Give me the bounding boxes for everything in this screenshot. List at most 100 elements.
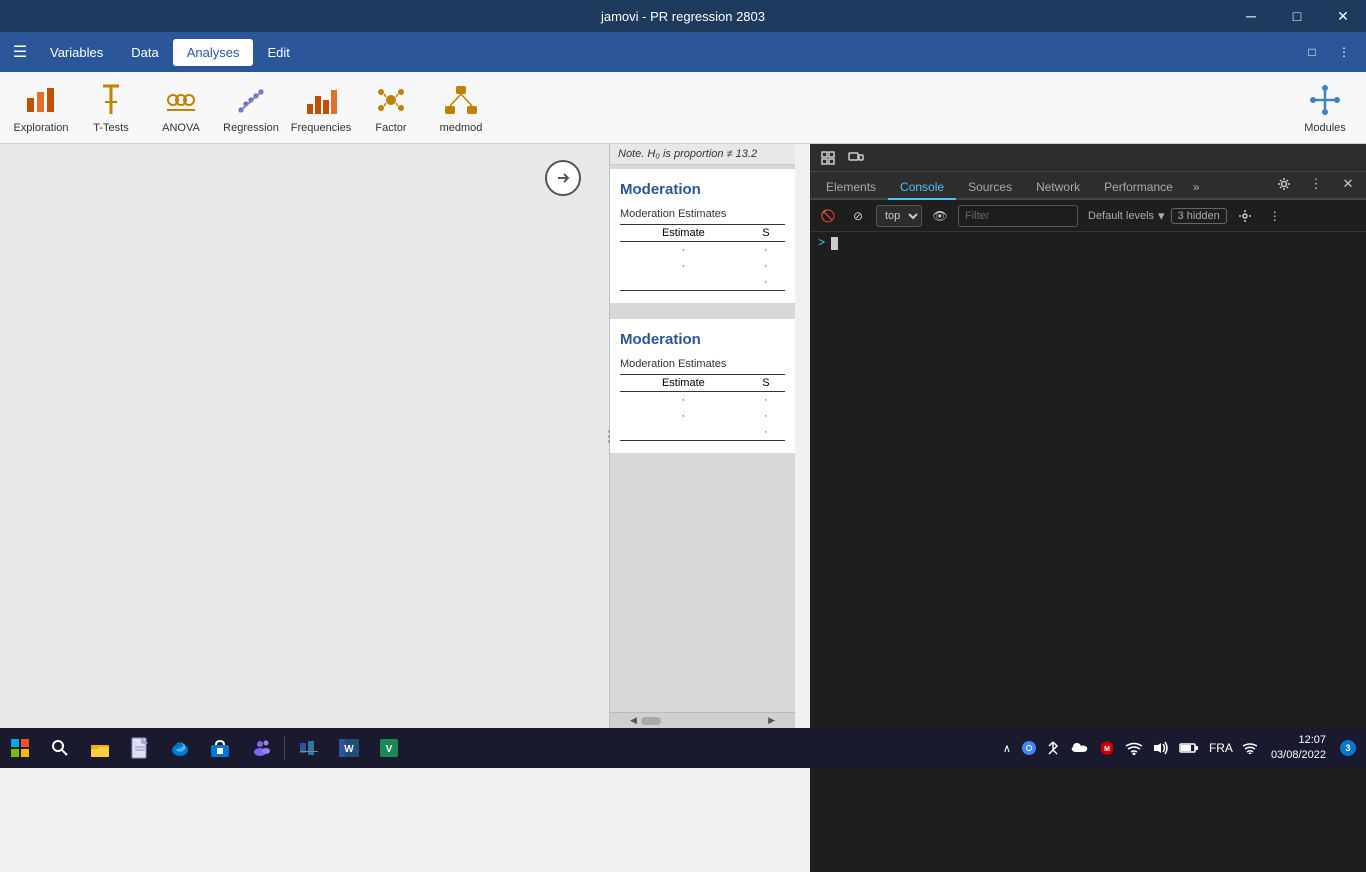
console-clear-icon[interactable]: 🚫 xyxy=(816,204,840,228)
clock-date: 03/08/2022 xyxy=(1271,748,1326,763)
more-options-icon[interactable]: ⋮ xyxy=(1330,38,1358,66)
result-table-2: Estimate S · · · · xyxy=(620,374,785,441)
devtools-tab-sources[interactable]: Sources xyxy=(956,176,1024,200)
toolbar-regression[interactable]: Regression xyxy=(218,76,284,140)
menu-bar-right: □ ⋮ xyxy=(1298,38,1362,66)
console-filter-input[interactable] xyxy=(958,205,1078,227)
console-more-icon[interactable]: ⋮ xyxy=(1263,204,1287,228)
frequencies-label: Frequencies xyxy=(291,122,352,134)
tray-bluetooth-icon[interactable] xyxy=(1043,728,1063,768)
devtools-tabs: Elements Console Sources Network Perform… xyxy=(810,172,1366,200)
menu-bar: ☰ Variables Data Analyses Edit □ ⋮ xyxy=(0,32,1366,72)
toolbar-modules[interactable]: Modules xyxy=(1292,76,1358,140)
cell-2-1: · xyxy=(620,258,747,274)
taskbar-divider xyxy=(284,736,285,760)
menu-variables[interactable]: Variables xyxy=(36,39,117,66)
tray-expand-button[interactable]: ∧ xyxy=(999,728,1015,768)
menu-analyses[interactable]: Analyses xyxy=(173,39,254,66)
svg-text:W: W xyxy=(344,744,354,755)
results-scroll-area[interactable]: Note. H₀ is proportion ≠ 13.2 Moderation… xyxy=(610,144,795,728)
devtools-tab-performance[interactable]: Performance xyxy=(1092,176,1185,200)
taskbar-item-word[interactable]: W xyxy=(329,728,369,768)
cell-b1-2: · xyxy=(747,392,785,409)
taskbar-item-teams[interactable] xyxy=(240,728,280,768)
ttests-icon xyxy=(93,82,129,118)
console-filter-icon[interactable]: ⊘ xyxy=(846,204,870,228)
clock-display[interactable]: 12:07 03/08/2022 xyxy=(1263,733,1334,764)
devtools-more-tabs[interactable]: » xyxy=(1185,176,1208,198)
taskbar-item-store[interactable] xyxy=(200,728,240,768)
tray-mcafee-icon[interactable]: M xyxy=(1095,728,1119,768)
cell-2-2: · xyxy=(747,258,785,274)
medmod-label: medmod xyxy=(440,122,483,134)
cell-3-2: · xyxy=(747,274,785,291)
console-prompt-symbol: > xyxy=(818,236,825,250)
tray-wifi2-icon[interactable] xyxy=(1239,728,1261,768)
menu-data[interactable]: Data xyxy=(117,39,172,66)
devtools-tab-elements[interactable]: Elements xyxy=(814,176,888,200)
close-button[interactable]: ✕ xyxy=(1320,0,1366,32)
devtools-more-options-icon[interactable]: ⋮ xyxy=(1302,170,1330,198)
cell-1-2: · xyxy=(747,242,785,259)
console-cursor xyxy=(831,237,838,250)
tray-volume-icon[interactable] xyxy=(1149,728,1173,768)
table-row: · xyxy=(620,274,785,291)
console-settings-icon[interactable] xyxy=(1233,204,1257,228)
toolbar-anova[interactable]: ANOVA xyxy=(148,76,214,140)
notification-center[interactable]: 3 xyxy=(1336,728,1360,768)
window-layout-icon[interactable]: □ xyxy=(1298,38,1326,66)
toolbar: Exploration T-Tests ANOVA xyxy=(0,72,1366,144)
start-button[interactable] xyxy=(0,728,40,768)
toolbar-factor[interactable]: Factor xyxy=(358,76,424,140)
default-levels-label: Default levels xyxy=(1088,210,1154,222)
taskbar-item-explorer[interactable] xyxy=(80,728,120,768)
horizontal-scrollbar[interactable]: ◀ ▶ xyxy=(610,712,795,728)
tray-wifi-icon[interactable] xyxy=(1121,728,1147,768)
device-toggle-icon[interactable] xyxy=(842,144,870,172)
maximize-button[interactable]: □ xyxy=(1274,0,1320,32)
taskbar-item-app9[interactable]: V xyxy=(369,728,409,768)
analysis-panel xyxy=(0,144,609,728)
tray-language-label[interactable]: FRA xyxy=(1205,728,1237,768)
medmod-icon xyxy=(443,82,479,118)
console-prompt-line: > xyxy=(818,236,1358,250)
regression-label: Regression xyxy=(223,122,279,134)
tray-chrome-icon[interactable] xyxy=(1017,728,1041,768)
tray-onedrive-icon[interactable] xyxy=(1065,728,1093,768)
table-row: · · xyxy=(620,258,785,274)
taskbar-item-edge[interactable] xyxy=(160,728,200,768)
menu-edit[interactable]: Edit xyxy=(253,39,303,66)
scroll-left-arrow[interactable]: ◀ xyxy=(630,715,637,726)
taskbar-item-file[interactable] xyxy=(120,728,160,768)
table-row: · · xyxy=(620,408,785,424)
toolbar-frequencies[interactable]: Frequencies xyxy=(288,76,354,140)
console-eye-icon[interactable]: 👁 xyxy=(928,204,952,228)
hamburger-menu[interactable]: ☰ xyxy=(4,36,36,68)
toolbar-ttests[interactable]: T-Tests xyxy=(78,76,144,140)
toolbar-medmod[interactable]: medmod xyxy=(428,76,494,140)
devtools-tab-console[interactable]: Console xyxy=(888,176,956,200)
next-arrow-button[interactable] xyxy=(545,160,581,196)
title-bar: jamovi - PR regression 2803 ─ □ ✕ xyxy=(0,0,1366,32)
devtools-settings-icon[interactable] xyxy=(1270,170,1298,198)
table-row: · · xyxy=(620,242,785,259)
devtools-tab-network[interactable]: Network xyxy=(1024,176,1092,200)
toolbar-exploration[interactable]: Exploration xyxy=(8,76,74,140)
cell-1-1: · xyxy=(620,242,747,259)
console-context-select[interactable]: top xyxy=(876,205,922,227)
scroll-thumb[interactable] xyxy=(641,717,661,725)
result-subtitle-2: Moderation Estimates xyxy=(620,358,785,370)
search-button[interactable] xyxy=(40,728,80,768)
taskbar-item-jamovi[interactable] xyxy=(289,728,329,768)
devtools-close-icon[interactable]: ✕ xyxy=(1334,170,1362,198)
minimize-button[interactable]: ─ xyxy=(1228,0,1274,32)
inspect-element-icon[interactable] xyxy=(814,144,842,172)
dropdown-chevron-icon[interactable]: ▾ xyxy=(1158,208,1165,224)
hidden-count-badge: 3 hidden xyxy=(1171,208,1227,224)
result-table-1: Estimate S · · · · xyxy=(620,224,785,291)
tray-battery-icon[interactable] xyxy=(1175,728,1203,768)
scroll-right-arrow[interactable]: ▶ xyxy=(768,715,775,726)
exploration-icon xyxy=(23,82,59,118)
exploration-label: Exploration xyxy=(13,122,68,134)
svg-text:V: V xyxy=(386,744,393,755)
